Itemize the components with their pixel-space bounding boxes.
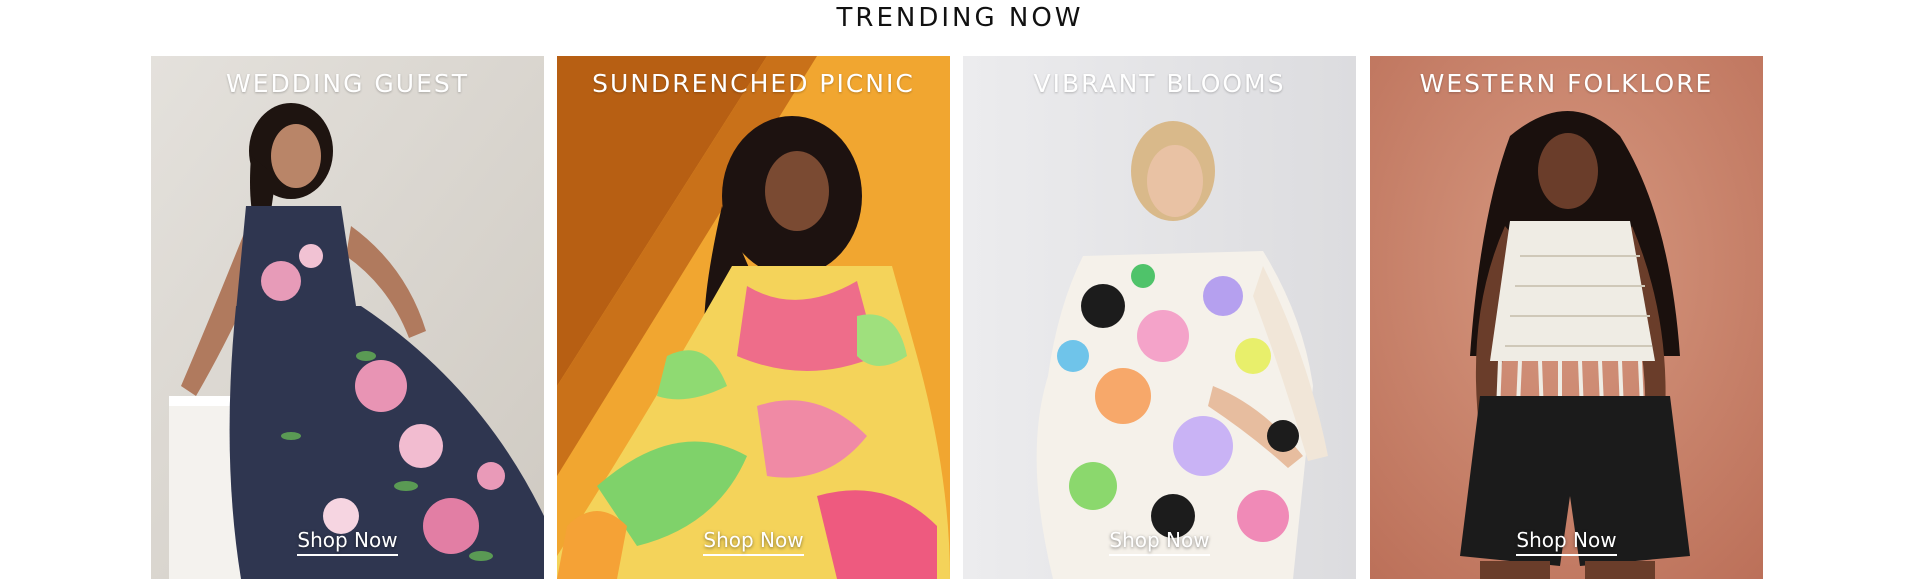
shop-now-link-wedding-guest[interactable]: Shop Now [151,527,544,556]
tile-image-wedding-guest [151,56,544,579]
tile-image-western-folklore [1370,56,1763,579]
tile-sundrenched-picnic[interactable]: SUNDRENCHED PICNIC Shop Now [557,56,950,579]
tile-image-vibrant-blooms [963,56,1356,579]
section-title: TRENDING NOW [836,3,1084,33]
shop-now-label: Shop Now [1516,528,1617,556]
shop-now-label: Shop Now [1109,528,1210,556]
tile-heading-sundrenched-picnic: SUNDRENCHED PICNIC [592,69,915,98]
shop-now-link-sundrenched-picnic[interactable]: Shop Now [557,527,950,556]
trending-tiles: WEDDING GUEST Shop Now SUNDRENCHED PICNI… [0,56,1920,579]
tile-vibrant-blooms[interactable]: VIBRANT BLOOMS Shop Now [963,56,1356,579]
tile-heading-wedding-guest: WEDDING GUEST [225,69,470,98]
shop-now-link-western-folklore[interactable]: Shop Now [1370,527,1763,556]
tile-western-folklore[interactable]: WESTERN FOLKLORE Shop Now [1370,56,1763,579]
shop-now-link-vibrant-blooms[interactable]: Shop Now [963,527,1356,556]
tile-heading-vibrant-blooms: VIBRANT BLOOMS [1033,69,1286,98]
shop-now-label: Shop Now [703,528,804,556]
shop-now-label: Shop Now [297,528,398,556]
tile-wedding-guest[interactable]: WEDDING GUEST Shop Now [151,56,544,579]
tile-image-sundrenched-picnic [557,56,950,579]
tile-heading-western-folklore: WESTERN FOLKLORE [1419,69,1714,98]
